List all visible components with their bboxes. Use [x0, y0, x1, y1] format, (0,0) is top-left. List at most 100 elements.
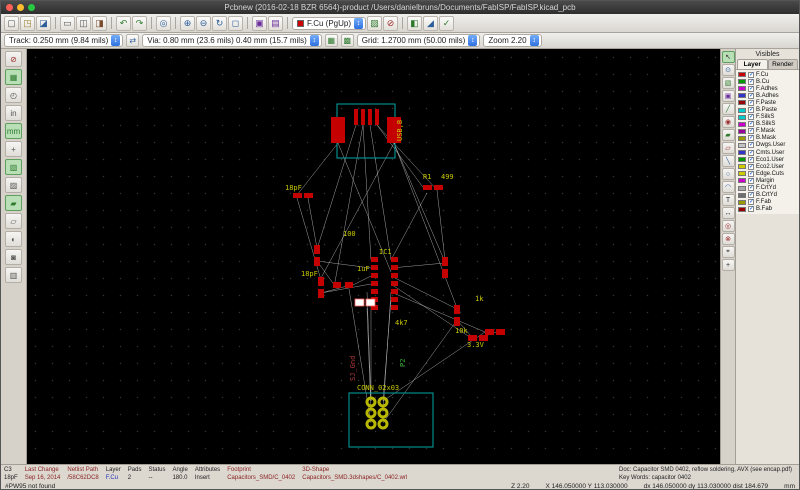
- layer-visibility-checkbox[interactable]: ✓: [748, 71, 754, 78]
- layer-color-swatch[interactable]: [738, 128, 746, 134]
- zones-show-icon[interactable]: ▰: [5, 195, 22, 211]
- layer-color-swatch[interactable]: [738, 192, 746, 198]
- plot-icon[interactable]: ◨: [92, 15, 107, 31]
- layer-row-F.CrtYd[interactable]: ✓ F.CrtYd: [736, 185, 799, 192]
- grid-visibility-icon[interactable]: ▦: [5, 69, 22, 85]
- layer-visibility-checkbox[interactable]: ✓: [748, 85, 754, 92]
- layer-visibility-checkbox[interactable]: ✓: [748, 99, 754, 106]
- smd-pad[interactable]: [391, 273, 398, 278]
- layer-row-F.Cu[interactable]: ✓ F.Cu: [736, 71, 799, 78]
- tab-layer[interactable]: Layer: [737, 59, 768, 69]
- add-arc-icon[interactable]: ◠: [721, 181, 735, 193]
- smd-pad[interactable]: [391, 257, 398, 262]
- layer-color-swatch[interactable]: [738, 114, 746, 120]
- autodel-track-icon[interactable]: ⊘: [383, 15, 399, 31]
- drill-origin-icon[interactable]: ⌖: [721, 246, 735, 258]
- smd-pad[interactable]: [354, 109, 358, 125]
- add-line-icon[interactable]: ╲: [721, 155, 735, 167]
- layer-row-Cmts.User[interactable]: ✓ Cmts.User: [736, 149, 799, 156]
- layer-color-swatch[interactable]: [738, 107, 746, 113]
- layer-row-Dwgs.User[interactable]: ✓ Dwgs.User: [736, 142, 799, 149]
- layer-row-B.Adhes[interactable]: ✓ B.Adhes: [736, 92, 799, 99]
- smd-pad[interactable]: [485, 329, 494, 335]
- zoom-select[interactable]: Zoom 2.20 ↕: [483, 34, 542, 47]
- highlight-net-icon[interactable]: ⊙: [721, 64, 735, 76]
- manage-layers-icon[interactable]: ▥: [5, 267, 22, 283]
- layer-row-F.Paste[interactable]: ✓ F.Paste: [736, 99, 799, 106]
- find-icon[interactable]: ◎: [156, 15, 171, 31]
- smd-pad[interactable]: [442, 257, 448, 266]
- layer-visibility-checkbox[interactable]: ✓: [748, 156, 754, 163]
- layer-visibility-checkbox[interactable]: ✓: [748, 163, 754, 170]
- layer-visibility-checkbox[interactable]: ✓: [748, 114, 754, 121]
- layer-row-B.CrtYd[interactable]: ✓ B.CrtYd: [736, 192, 799, 199]
- module-ratsnest-icon[interactable]: ▨: [5, 177, 22, 193]
- layer-visibility-checkbox[interactable]: ✓: [748, 170, 754, 177]
- add-target-icon[interactable]: ◎: [721, 220, 735, 232]
- layer-color-swatch[interactable]: [738, 199, 746, 205]
- smd-pad[interactable]: [318, 289, 324, 298]
- layer-row-Edge.Cuts[interactable]: ✓ Edge.Cuts: [736, 170, 799, 177]
- smd-pad[interactable]: [454, 305, 460, 314]
- redo-icon[interactable]: ↷: [132, 15, 147, 31]
- layer-row-B.Mask[interactable]: ✓ B.Mask: [736, 135, 799, 142]
- smd-pad[interactable]: [391, 305, 398, 310]
- smd-pad[interactable]: [375, 109, 379, 125]
- route-track-icon[interactable]: ╱: [721, 103, 735, 115]
- smd-pad[interactable]: [371, 281, 378, 286]
- print-icon[interactable]: ◫: [76, 15, 91, 31]
- pcb-canvas[interactable]: USB,B 18pF R1 499 100 18pF IC1 1uF 4k7 10k 1k 3.3V S…: [27, 49, 720, 464]
- close-button[interactable]: [6, 4, 13, 11]
- smd-pad[interactable]: [371, 289, 378, 294]
- selected-pad[interactable]: [354, 298, 365, 307]
- layer-visibility-checkbox[interactable]: ✓: [748, 92, 754, 99]
- layer-row-Eco1.User[interactable]: ✓ Eco1.User: [736, 156, 799, 163]
- layer-row-B.SilkS[interactable]: ✓ B.SilkS: [736, 121, 799, 128]
- smd-pad[interactable]: [371, 265, 378, 270]
- high-contrast-icon[interactable]: ◐: [5, 231, 22, 247]
- add-footprint-icon[interactable]: ▣: [721, 90, 735, 102]
- layer-row-B.Cu[interactable]: ✓ B.Cu: [736, 78, 799, 85]
- smd-pad[interactable]: [371, 273, 378, 278]
- select-tool-icon[interactable]: ↖: [721, 51, 735, 63]
- smd-pad[interactable]: [434, 185, 443, 190]
- ratsnest-show-icon[interactable]: ▧: [5, 159, 22, 175]
- drc-off-icon[interactable]: ⊘: [5, 51, 22, 67]
- smd-pad[interactable]: [368, 109, 372, 125]
- layer-color-swatch[interactable]: [738, 86, 746, 92]
- add-keepout-icon[interactable]: ▱: [721, 142, 735, 154]
- units-inch-icon[interactable]: in: [5, 105, 22, 121]
- minimize-button[interactable]: [17, 4, 24, 11]
- cursor-shape-icon[interactable]: +: [5, 141, 22, 157]
- smd-pad[interactable]: [391, 265, 398, 270]
- add-dimension-icon[interactable]: ↔: [721, 207, 735, 219]
- grid-origin-icon[interactable]: +: [721, 259, 735, 271]
- via-size-select[interactable]: Via: 0.80 mm (23.6 mils) 0.40 mm (15.7 m…: [142, 34, 322, 47]
- library-browser-icon[interactable]: ▤: [268, 15, 283, 31]
- layer-color-swatch[interactable]: [738, 185, 746, 191]
- maximize-button[interactable]: [28, 4, 35, 11]
- delete-icon[interactable]: ⊗: [721, 233, 735, 245]
- layer-row-F.Adhes[interactable]: ✓ F.Adhes: [736, 85, 799, 92]
- smd-pad[interactable]: [293, 193, 302, 198]
- smd-pad[interactable]: [345, 282, 353, 288]
- grid-select[interactable]: Grid: 1.2700 mm (50.00 mils) ↕: [356, 34, 481, 47]
- local-ratsnest-icon[interactable]: ▧: [721, 77, 735, 89]
- layer-visibility-checkbox[interactable]: ✓: [748, 78, 754, 85]
- grid-style-icon[interactable]: ▦: [324, 34, 338, 47]
- drc-check-icon[interactable]: ✓: [439, 15, 455, 31]
- smd-pad[interactable]: [371, 257, 378, 262]
- layer-color-swatch[interactable]: [738, 93, 746, 99]
- layer-row-Margin[interactable]: ✓ Margin: [736, 177, 799, 184]
- through-hole-pad[interactable]: [377, 407, 389, 419]
- invisible-pads-icon[interactable]: ◙: [5, 249, 22, 265]
- grid-origin-icon[interactable]: ▩: [340, 34, 354, 47]
- add-zone-icon[interactable]: ▰: [721, 129, 735, 141]
- track-width-select[interactable]: Track: 0.250 mm (9.84 mils) ↕: [4, 34, 124, 47]
- zoom-in-icon[interactable]: ⊕: [180, 15, 195, 31]
- through-hole-pad[interactable]: [377, 418, 389, 430]
- smd-pad[interactable]: [333, 282, 341, 288]
- auto-track-width-icon[interactable]: ⇄: [126, 34, 140, 47]
- smd-pad[interactable]: [304, 193, 313, 198]
- smd-pad[interactable]: [454, 317, 460, 326]
